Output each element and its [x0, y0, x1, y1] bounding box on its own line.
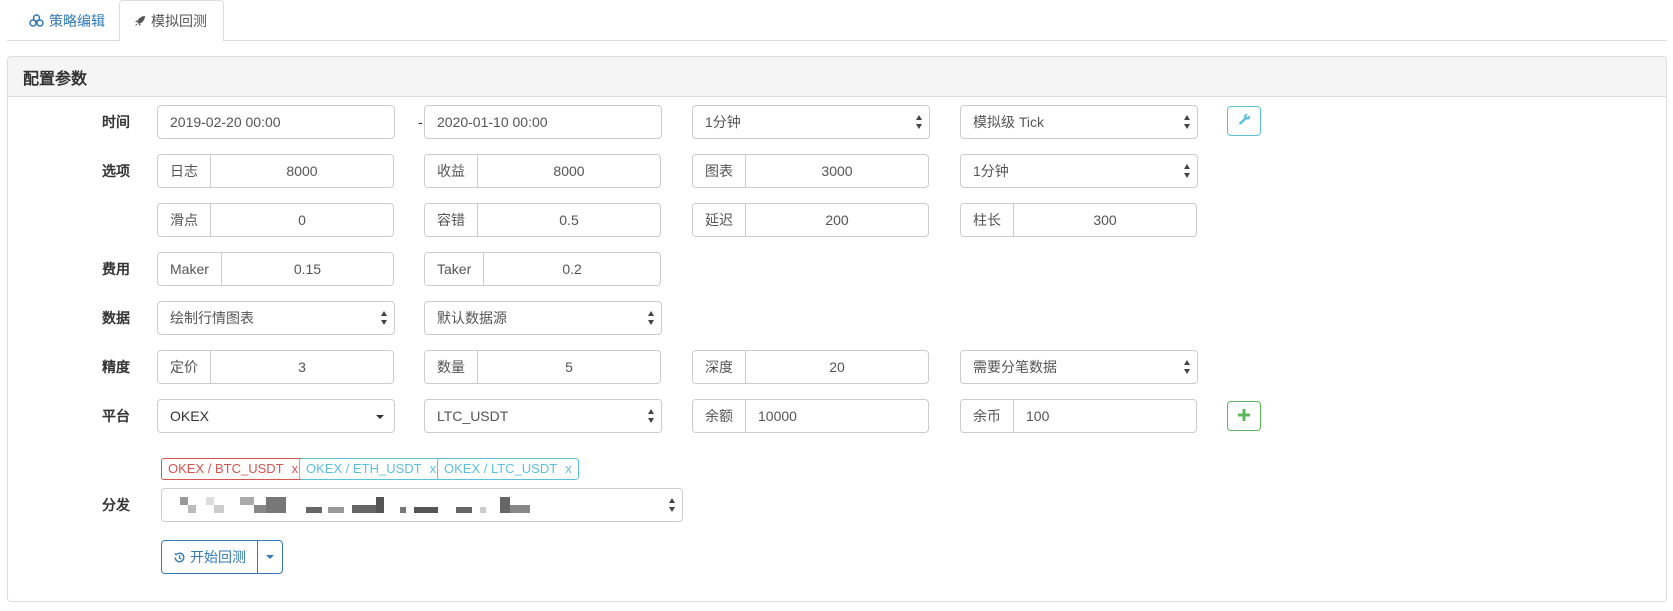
profit-addon: 收益 [425, 155, 478, 187]
add-platform-button[interactable] [1227, 401, 1261, 431]
maker-addon: Maker [158, 253, 222, 285]
delay-input-group: 延迟 200 [692, 203, 929, 237]
remove-pair-button[interactable]: x [292, 461, 299, 476]
depth-addon: 深度 [693, 351, 746, 383]
end-time-input[interactable]: 2020-01-10 00:00 [424, 105, 662, 139]
qty-precision-group: 数量 5 [424, 350, 661, 384]
tab-strategy-edit[interactable]: 策略编辑 [15, 0, 119, 41]
rocket-icon [134, 15, 146, 27]
pair-select[interactable]: LTC_USDT [424, 399, 662, 433]
balance-addon: 余额 [693, 400, 746, 432]
pair-tag-btc: OKEX / BTC_USDT x [161, 458, 306, 480]
pair-tag-label: OKEX / BTC_USDT [168, 461, 284, 476]
delay-input[interactable]: 200 [746, 204, 928, 236]
data-label: 数据 [102, 310, 130, 326]
cubes-icon [29, 14, 44, 27]
maker-input[interactable]: 0.15 [222, 253, 393, 285]
coins-group: 余币 100 [960, 399, 1197, 433]
coins-addon: 余币 [961, 400, 1014, 432]
bar-length-input[interactable]: 300 [1014, 204, 1196, 236]
delay-addon: 延迟 [693, 204, 746, 236]
start-backtest-group: 开始回测 [161, 540, 283, 574]
taker-input-group: Taker 0.2 [424, 252, 661, 286]
pair-tag-ltc: OKEX / LTC_USDT x [437, 458, 579, 480]
log-input[interactable]: 8000 [211, 155, 393, 187]
bar-length-input-group: 柱长 300 [960, 203, 1197, 237]
slippage-addon: 滑点 [158, 204, 211, 236]
redacted-content [180, 497, 530, 513]
tolerance-addon: 容错 [425, 204, 478, 236]
slippage-input-group: 滑点 0 [157, 203, 394, 237]
pair-tag-label: OKEX / LTC_USDT [444, 461, 558, 476]
time-label: 时间 [102, 114, 130, 130]
pair-tag-label: OKEX / ETH_USDT [306, 461, 422, 476]
dispatch-select[interactable] [161, 488, 683, 522]
qty-precision-addon: 数量 [425, 351, 478, 383]
wrench-icon [1238, 113, 1251, 129]
profit-input[interactable]: 8000 [478, 155, 660, 187]
tolerance-input[interactable]: 0.5 [478, 204, 660, 236]
tab-label: 模拟回测 [151, 13, 207, 29]
precision-label: 精度 [102, 359, 130, 375]
start-backtest-button[interactable]: 开始回测 [162, 541, 258, 573]
remove-pair-button[interactable]: x [430, 461, 437, 476]
price-precision-group: 定价 3 [157, 350, 394, 384]
depth-group: 深度 20 [692, 350, 929, 384]
fees-label: 费用 [102, 261, 130, 277]
tab-label: 策略编辑 [49, 12, 105, 29]
start-backtest-label: 开始回测 [190, 549, 246, 565]
taker-addon: Taker [425, 253, 485, 285]
options-label: 选项 [102, 163, 130, 179]
tick-mode-select[interactable]: 模拟级 Tick [960, 105, 1198, 139]
chart-option-select[interactable]: 绘制行情图表 [157, 301, 395, 335]
period2-select[interactable]: 1分钟 [960, 154, 1198, 188]
tab-bar: 策略编辑 模拟回测 [7, 0, 1667, 42]
bar-length-addon: 柱长 [961, 204, 1014, 236]
chart-input-group: 图表 3000 [692, 154, 929, 188]
maker-input-group: Maker 0.15 [157, 252, 394, 286]
depth-input[interactable]: 20 [746, 351, 928, 383]
price-precision-addon: 定价 [158, 351, 211, 383]
log-addon: 日志 [158, 155, 211, 187]
remove-pair-button[interactable]: x [565, 461, 572, 476]
start-backtest-dropdown[interactable] [258, 541, 282, 573]
tick-data-select[interactable]: 需要分笔数据 [960, 350, 1198, 384]
start-time-input[interactable]: 2019-02-20 00:00 [157, 105, 395, 139]
tab-backtest[interactable]: 模拟回测 [119, 0, 224, 42]
slippage-input[interactable]: 0 [211, 204, 393, 236]
data-source-select[interactable]: 默认数据源 [424, 301, 662, 335]
platform-label: 平台 [102, 408, 130, 424]
panel-title: 配置参数 [8, 57, 1666, 97]
period-select[interactable]: 1分钟 [692, 105, 930, 139]
tolerance-input-group: 容错 0.5 [424, 203, 661, 237]
price-precision-input[interactable]: 3 [211, 351, 393, 383]
balance-group: 余额 10000 [692, 399, 929, 433]
log-input-group: 日志 8000 [157, 154, 394, 188]
profit-input-group: 收益 8000 [424, 154, 661, 188]
coins-input[interactable]: 100 [1014, 400, 1196, 432]
settings-button[interactable] [1227, 106, 1261, 136]
pair-tag-eth: OKEX / ETH_USDT x [299, 458, 444, 480]
history-icon [173, 551, 186, 564]
dispatch-label: 分发 [102, 497, 130, 513]
balance-input[interactable]: 10000 [746, 400, 928, 432]
qty-precision-input[interactable]: 5 [478, 351, 660, 383]
chart-addon: 图表 [693, 155, 746, 187]
chart-input[interactable]: 3000 [746, 155, 928, 187]
plus-icon [1238, 408, 1250, 424]
exchange-dropdown[interactable]: OKEX [157, 399, 395, 433]
time-separator: - [418, 114, 423, 130]
taker-input[interactable]: 0.2 [484, 253, 660, 285]
